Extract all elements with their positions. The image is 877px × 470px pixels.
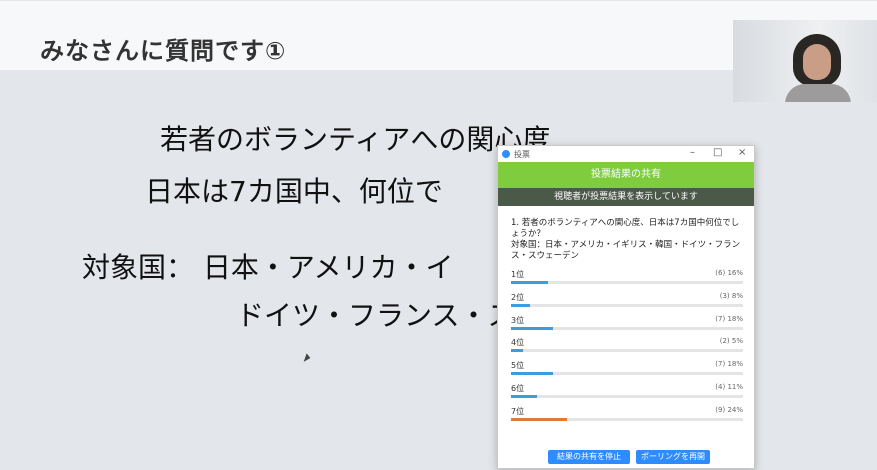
poll-result-row: 6位 (4) 11% <box>511 383 743 403</box>
poll-bar-fill <box>511 417 567 421</box>
poll-bar-fill <box>511 326 553 330</box>
participant-video[interactable] <box>733 20 877 102</box>
poll-result-row: 3位 (7) 18% <box>511 315 743 335</box>
poll-option-stat: (2) 5% <box>719 337 743 346</box>
poll-option-stat: (3) 8% <box>719 291 743 300</box>
poll-option-label: 6位 <box>511 384 525 393</box>
poll-bar-track <box>511 281 743 284</box>
poll-option-label: 3位 <box>511 315 525 325</box>
restart-polling-button[interactable]: ポーリングを再開 <box>636 450 710 464</box>
maximize-icon[interactable]: □ <box>713 147 722 158</box>
close-icon[interactable]: × <box>738 147 746 158</box>
poll-option-label: 2位 <box>511 292 525 302</box>
poll-result-row: 1位 (6) 16% <box>511 269 743 289</box>
poll-bar-track <box>511 303 743 307</box>
poll-results-window: 投票 – □ × 投票結果の共有 視聴者が投票結果を表示しています 1. 若者の… <box>497 145 755 469</box>
poll-header: 投票結果の共有 <box>498 162 754 188</box>
poll-option-stat: (7) 18% <box>715 314 743 323</box>
zoom-logo-icon <box>502 150 510 158</box>
poll-question: 1. 若者のボランティアへの関心度、日本は7カ国中何位でしょうか？ 対象国：日本… <box>511 218 741 261</box>
poll-window-title: 投票 <box>514 150 530 159</box>
poll-bar-fill <box>511 372 553 376</box>
poll-bar-track <box>511 326 743 330</box>
slide-title: みなさんに質問です① <box>40 37 287 65</box>
poll-option-label: 1位 <box>511 270 525 279</box>
poll-bar-fill <box>511 303 530 307</box>
participant-body <box>785 84 851 102</box>
poll-footer: 結果の共有を停止 ポーリングを再開 <box>498 448 754 468</box>
poll-option-stat: (9) 24% <box>715 405 743 414</box>
minimize-icon[interactable]: – <box>690 147 695 158</box>
poll-sharing-banner: 視聴者が投票結果を表示しています <box>498 188 754 206</box>
poll-bar-track <box>511 372 743 376</box>
poll-option-stat: (7) 18% <box>715 360 743 369</box>
poll-result-row: 4位 (2) 5% <box>511 337 743 357</box>
slide-line-4: ドイツ・フランス・ス <box>236 299 516 332</box>
poll-result-row: 7位 (9) 24% <box>511 406 743 426</box>
poll-option-stat: (6) 16% <box>715 269 743 277</box>
poll-result-row: 2位 (3) 8% <box>511 292 743 312</box>
poll-result-row: 5位 (7) 18% <box>511 360 743 380</box>
poll-option-label: 5位 <box>511 361 525 371</box>
poll-bar-track <box>511 395 743 398</box>
participant-face <box>803 44 831 80</box>
poll-bar-fill <box>511 281 549 284</box>
slide-line-2: 日本は7カ国中、何位で <box>145 175 443 208</box>
poll-option-label: 4位 <box>511 338 525 348</box>
poll-bar-fill <box>511 395 537 398</box>
stop-sharing-results-button[interactable]: 結果の共有を停止 <box>548 450 630 464</box>
poll-bar-track <box>511 349 743 353</box>
slide-line-1: 若者のボランティアへの関心度 <box>160 123 551 156</box>
poll-bar-fill <box>511 349 523 353</box>
slide-line-3: 対象国： 日本・アメリカ・イ <box>82 251 454 284</box>
poll-option-stat: (4) 11% <box>715 383 743 391</box>
poll-titlebar: 投票 – □ × <box>498 146 754 162</box>
poll-option-label: 7位 <box>511 406 525 416</box>
poll-bar-track <box>511 417 743 421</box>
